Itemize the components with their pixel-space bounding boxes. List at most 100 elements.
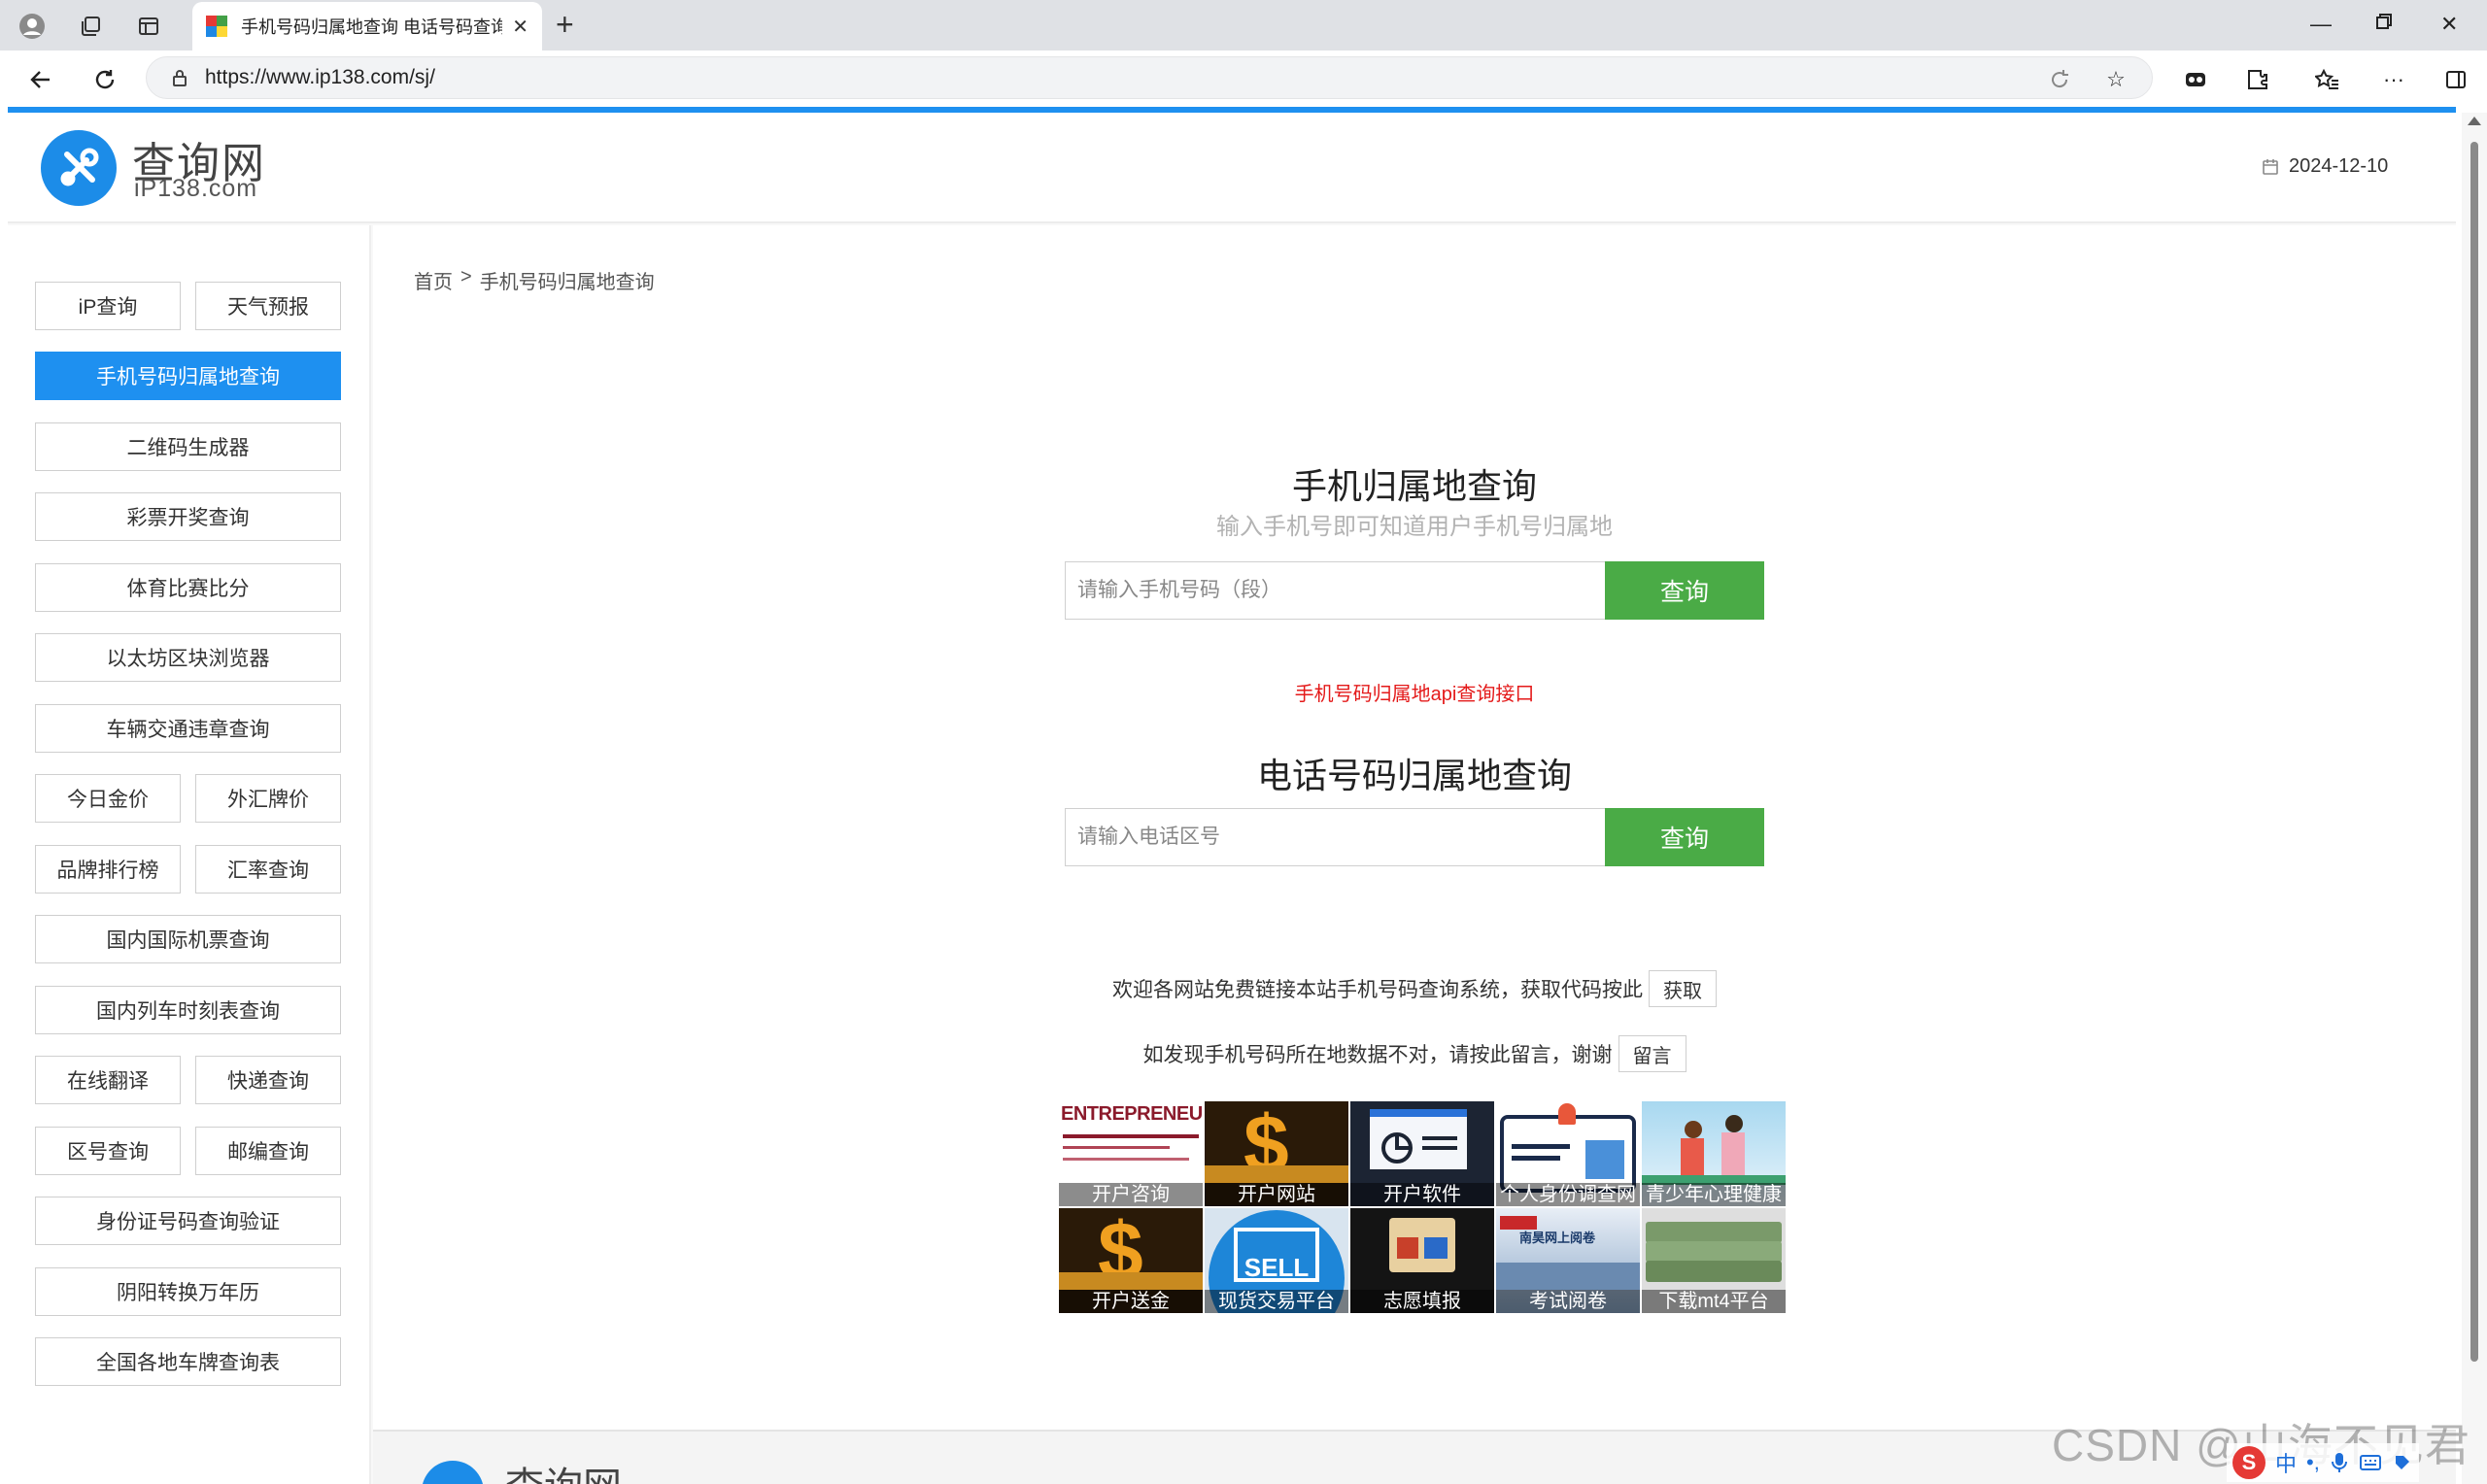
ad-caption: 考试阅卷 bbox=[1496, 1290, 1640, 1313]
sidebar-item-qrcode[interactable]: 二维码生成器 bbox=[35, 422, 341, 471]
site-logo-icon[interactable] bbox=[41, 130, 117, 206]
skin-icon[interactable] bbox=[2392, 1452, 2413, 1473]
read-aloud-icon[interactable] bbox=[2042, 62, 2077, 97]
profile-icon[interactable] bbox=[16, 10, 49, 43]
mobile-query-button[interactable]: 查询 bbox=[1605, 561, 1764, 620]
sidebar-item-idcard[interactable]: 身份证号码查询验证 bbox=[35, 1197, 341, 1245]
browser-titlebar: 手机号码归属地查询 电话号码查询 ✕ + — ✕ bbox=[0, 0, 2487, 51]
sidebar-item-gold[interactable]: 今日金价 bbox=[35, 774, 181, 823]
footer-logo-icon bbox=[422, 1461, 484, 1484]
microphone-icon[interactable] bbox=[2330, 1451, 2349, 1474]
ad-caption: 青少年心理健康 bbox=[1642, 1183, 1786, 1206]
tab-close-icon[interactable]: ✕ bbox=[512, 15, 528, 39]
phone-query-button[interactable]: 查询 bbox=[1605, 808, 1764, 866]
get-code-button[interactable]: 获取 bbox=[1649, 970, 1717, 1007]
extension-icon[interactable] bbox=[2178, 62, 2213, 97]
footer-logo-text: 查询网 bbox=[505, 1455, 622, 1484]
sidebar-item-brand[interactable]: 品牌排行榜 bbox=[35, 845, 181, 894]
ime-punct-icon[interactable]: •, bbox=[2306, 1450, 2320, 1475]
tab-title: 手机号码归属地查询 电话号码查询 bbox=[241, 17, 503, 37]
sidebar-item-areacode[interactable]: 区号查询 bbox=[35, 1127, 181, 1175]
url-text: https://www.ip138.com/sj/ bbox=[205, 66, 435, 88]
new-tab-icon[interactable]: + bbox=[556, 8, 574, 41]
header-date: 2024-12-10 bbox=[2262, 155, 2388, 178]
ad-tile[interactable]: $ 开户送金 bbox=[1059, 1208, 1203, 1313]
site-header: 查询网 iP138.com 2024-12-10 bbox=[8, 113, 2456, 223]
favorite-star-icon[interactable]: ☆ bbox=[2098, 62, 2133, 97]
sidebar-item-exchange[interactable]: 汇率查询 bbox=[195, 845, 341, 894]
collections-icon[interactable] bbox=[2310, 62, 2345, 97]
ime-toolbar[interactable]: S 中 •, bbox=[2227, 1443, 2419, 1482]
sidebar-item-sports[interactable]: 体育比赛比分 bbox=[35, 563, 341, 612]
phone-query-title: 电话号码归属地查询 bbox=[1256, 756, 1572, 795]
url-bar[interactable]: https://www.ip138.com/sj/ bbox=[146, 56, 2153, 99]
minimize-icon[interactable]: — bbox=[2310, 12, 2332, 37]
sidebar-item-plates[interactable]: 全国各地车牌查询表 bbox=[35, 1337, 341, 1386]
keyboard-icon[interactable] bbox=[2359, 1453, 2382, 1472]
sidebar-item-weather[interactable]: 天气预报 bbox=[195, 282, 341, 330]
ad-tile[interactable]: 下载mt4平台 bbox=[1642, 1208, 1786, 1313]
ime-mode-text[interactable]: 中 bbox=[2275, 1447, 2297, 1478]
area-code-input[interactable] bbox=[1065, 808, 1605, 866]
sidebar-toggle-icon[interactable] bbox=[2438, 62, 2473, 97]
site-favicon-icon bbox=[206, 16, 227, 37]
browser-tab-active[interactable]: 手机号码归属地查询 电话号码查询 ✕ bbox=[192, 2, 542, 51]
sidebar-item-trains[interactable]: 国内列车时刻表查询 bbox=[35, 986, 341, 1034]
scroll-up-arrow-icon[interactable] bbox=[2468, 117, 2481, 125]
ad-tile[interactable]: 青少年心理健康 bbox=[1642, 1101, 1786, 1206]
mobile-api-link[interactable]: 手机号码归属地api查询接口 bbox=[373, 678, 2456, 706]
sidebar-item-mobile-location[interactable]: 手机号码归属地查询 bbox=[35, 352, 341, 400]
date-text: 2024-12-10 bbox=[2289, 155, 2389, 177]
pie-chart-icon bbox=[1381, 1132, 1413, 1164]
sidebar-item-calendar[interactable]: 阴阳转换万年历 bbox=[35, 1267, 341, 1316]
sidebar-item-forex[interactable]: 外汇牌价 bbox=[195, 774, 341, 823]
ad-tile[interactable]: 志愿填报 bbox=[1350, 1208, 1494, 1313]
breadcrumb-separator: > bbox=[460, 266, 472, 287]
restore-icon[interactable] bbox=[2374, 12, 2394, 37]
mobile-number-input[interactable] bbox=[1065, 561, 1605, 620]
site-logo-domain[interactable]: iP138.com bbox=[134, 175, 257, 203]
sidebar-item-ip[interactable]: iP查询 bbox=[35, 282, 181, 330]
ad-tile[interactable]: $ 开户网站 bbox=[1205, 1101, 1348, 1206]
ad-banner-text: ENTREPRENEUR bbox=[1061, 1103, 1203, 1125]
ad-tile[interactable]: ENTREPRENEUR 开户咨询 bbox=[1059, 1101, 1203, 1206]
ad-tile[interactable]: 开户软件 bbox=[1350, 1101, 1494, 1206]
sidebar-item-traffic[interactable]: 车辆交通违章查询 bbox=[35, 704, 341, 753]
scrollbar-thumb[interactable] bbox=[2470, 142, 2478, 1362]
feedback-button[interactable]: 留言 bbox=[1618, 1035, 1686, 1072]
sogou-ime-icon[interactable]: S bbox=[2232, 1446, 2266, 1479]
sidebar-item-ethereum[interactable]: 以太坊区块浏览器 bbox=[35, 633, 341, 682]
link-code-text: 欢迎各网站免费链接本站手机号码查询系统，获取代码按此 bbox=[1112, 979, 1643, 1001]
calendar-icon bbox=[2263, 158, 2278, 175]
back-icon[interactable] bbox=[23, 62, 58, 97]
address-bar-row: https://www.ip138.com/sj/ ☆ ··· bbox=[0, 51, 2487, 107]
ad-caption: 开户送金 bbox=[1059, 1290, 1203, 1313]
vertical-tabs-icon[interactable] bbox=[132, 10, 165, 43]
mobile-query-title: 手机归属地查询 bbox=[1291, 466, 1537, 506]
sidebar-item-translate[interactable]: 在线翻译 bbox=[35, 1056, 181, 1104]
ad-tile[interactable]: 南昊网上阅卷 考试阅卷 bbox=[1496, 1208, 1640, 1313]
ad-tile[interactable]: SELL 现货交易平台 bbox=[1205, 1208, 1348, 1313]
breadcrumb: 首页 > 手机号码归属地查询 bbox=[414, 266, 655, 294]
sidebar-item-lottery[interactable]: 彩票开奖查询 bbox=[35, 492, 341, 541]
ad-caption: 开户软件 bbox=[1350, 1183, 1494, 1206]
ad-caption: 开户网站 bbox=[1205, 1183, 1348, 1206]
sidebar-item-postcode[interactable]: 邮编查询 bbox=[195, 1127, 341, 1175]
page-scrollbar[interactable] bbox=[2462, 113, 2487, 1484]
reload-icon[interactable] bbox=[87, 62, 122, 97]
breadcrumb-current: 手机号码归属地查询 bbox=[479, 272, 655, 293]
more-menu-icon[interactable]: ··· bbox=[2376, 62, 2411, 97]
workspaces-icon[interactable] bbox=[74, 10, 107, 43]
web-page: 查询网 iP138.com 2024-12-10 iP查询 天气预报 手机号码归… bbox=[8, 113, 2456, 1484]
breadcrumb-home-link[interactable]: 首页 bbox=[414, 266, 453, 294]
close-window-icon[interactable]: ✕ bbox=[2440, 12, 2458, 37]
ad-caption: 开户咨询 bbox=[1059, 1183, 1203, 1206]
ad-banner-text: 南昊网上阅卷 bbox=[1519, 1231, 1596, 1245]
ad-banner-text: SELL bbox=[1244, 1253, 1310, 1282]
sidebar-nav: iP查询 天气预报 手机号码归属地查询 二维码生成器 彩票开奖查询 体育比赛比分… bbox=[8, 225, 371, 1484]
ad-tile[interactable]: 个人身份调查网 bbox=[1496, 1101, 1640, 1206]
ad-caption: 志愿填报 bbox=[1350, 1290, 1494, 1313]
sidebar-item-flights[interactable]: 国内国际机票查询 bbox=[35, 915, 341, 963]
sidebar-item-express[interactable]: 快递查询 bbox=[195, 1056, 341, 1104]
extensions-puzzle-icon[interactable] bbox=[2240, 62, 2275, 97]
